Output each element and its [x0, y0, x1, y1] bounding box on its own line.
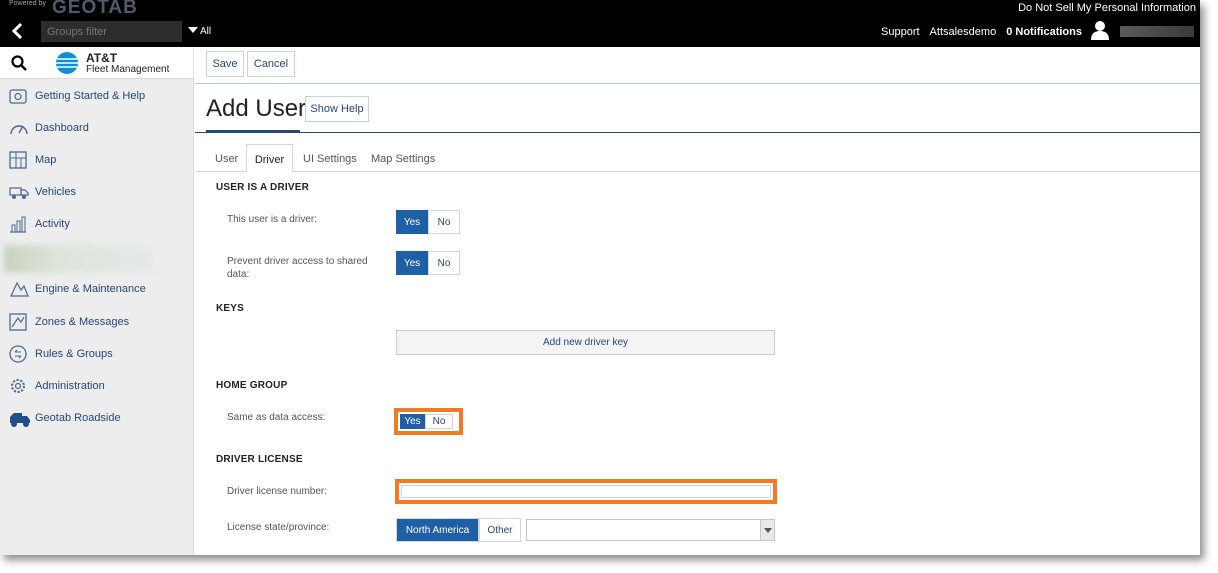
- sidebar-item-label: Engine & Maintenance: [35, 283, 146, 295]
- sidebar-item-label: Geotab Roadside: [35, 412, 121, 424]
- license-number-input[interactable]: [401, 485, 771, 498]
- sidebar-item-label: Map: [35, 154, 57, 166]
- prevent-access-label: Prevent driver access to shared data:: [227, 256, 368, 280]
- nav-right: Support Attsalesdemo 0 Notifications: [871, 16, 1194, 47]
- account-link[interactable]: Attsalesdemo: [930, 26, 997, 38]
- section-home-group: HOME GROUP: [216, 380, 288, 391]
- sidebar-header: AT&T Fleet Management: [0, 47, 193, 79]
- title-underline: [206, 130, 300, 133]
- license-state-label: License state/province:: [227, 522, 330, 533]
- groups-all-label: All: [200, 26, 212, 37]
- sidebar-item-label: Administration: [35, 380, 105, 392]
- save-button[interactable]: Save: [206, 51, 244, 77]
- sidebar-item-rules[interactable]: Rules & Groups: [0, 339, 193, 369]
- prevent-access-no[interactable]: No: [428, 251, 460, 275]
- sidebar: AT&T Fleet Management Getting Started & …: [0, 47, 194, 555]
- groups-filter-input[interactable]: [41, 21, 182, 42]
- same-as-data-no[interactable]: No: [425, 414, 453, 429]
- powered-by-label: Powered by: [9, 0, 46, 7]
- sidebar-item-label: Rules & Groups: [35, 348, 113, 360]
- nav-bar: All Support Attsalesdemo 0 Notifications: [0, 16, 1200, 47]
- att-globe-icon: [56, 52, 78, 74]
- region-other[interactable]: Other: [479, 518, 521, 542]
- is-driver-yes[interactable]: Yes: [396, 210, 428, 234]
- section-user-is-driver: USER IS A DRIVER: [216, 182, 310, 193]
- same-as-data-highlight: Yes No: [394, 408, 463, 435]
- tab-ui-settings[interactable]: UI Settings: [303, 144, 357, 172]
- prevent-access-toggle: Yes No: [396, 251, 460, 275]
- tab-user[interactable]: User: [215, 144, 238, 172]
- engine-icon: [10, 281, 29, 297]
- sidebar-item-label: Activity: [35, 218, 70, 230]
- att-logo-subtitle: Fleet Management: [86, 64, 170, 75]
- search-icon[interactable]: [11, 55, 27, 71]
- section-driver-license: DRIVER LICENSE: [216, 454, 303, 465]
- sidebar-item-roadside[interactable]: Geotab Roadside: [0, 403, 193, 433]
- map-icon: [9, 151, 27, 169]
- same-as-data-yes[interactable]: Yes: [400, 414, 425, 429]
- do-not-sell-link[interactable]: Do Not Sell My Personal Information: [1018, 2, 1196, 14]
- groups-all-dropdown[interactable]: All: [188, 26, 211, 37]
- page-title: Add User: [206, 95, 307, 122]
- sidebar-item-map[interactable]: Map: [0, 145, 193, 175]
- section-keys: KEYS: [216, 303, 245, 314]
- tab-driver[interactable]: Driver: [246, 144, 293, 172]
- prevent-access-yes[interactable]: Yes: [396, 251, 428, 275]
- license-number-label: Driver license number:: [227, 486, 328, 497]
- roadside-truck-icon: [10, 413, 30, 427]
- truck-icon: [9, 187, 29, 199]
- region-north-america[interactable]: North America: [396, 518, 479, 542]
- sidebar-item-administration[interactable]: Administration: [0, 371, 193, 401]
- toolbar-divider: [195, 83, 1200, 84]
- app-window: Powered by GEOTAB Do Not Sell My Persona…: [0, 0, 1200, 555]
- gear-icon: [11, 379, 25, 393]
- title-divider: [195, 132, 1200, 133]
- show-help-button[interactable]: Show Help: [305, 96, 369, 122]
- sidebar-item-engine[interactable]: Engine & Maintenance: [0, 274, 193, 304]
- tab-map-settings[interactable]: Map Settings: [371, 144, 435, 172]
- license-number-highlight: [395, 479, 777, 504]
- sidebar-item-label: Dashboard: [35, 122, 89, 134]
- zone-icon: [9, 313, 27, 331]
- sidebar-item-getting-started[interactable]: Getting Started & Help: [0, 81, 193, 111]
- sidebar-item-zones[interactable]: Zones & Messages: [0, 307, 193, 337]
- add-driver-key-button[interactable]: Add new driver key: [396, 330, 775, 355]
- gauge-icon: [10, 125, 28, 135]
- chart-icon: [10, 216, 26, 233]
- user-name-redacted[interactable]: [1120, 26, 1194, 37]
- sidebar-item-label: Getting Started & Help: [35, 90, 146, 102]
- user-avatar-icon[interactable]: [1090, 20, 1110, 43]
- rules-icon: [9, 345, 27, 363]
- sidebar-item-activity[interactable]: Activity: [0, 209, 193, 239]
- notifications-link[interactable]: 0 Notifications: [1006, 26, 1082, 38]
- same-as-data-toggle: Yes No: [400, 414, 453, 429]
- help-box-icon: [9, 89, 27, 104]
- top-strip: Powered by GEOTAB Do Not Sell My Persona…: [0, 0, 1200, 18]
- state-province-select[interactable]: [526, 519, 775, 541]
- att-logo-title: AT&T: [86, 51, 118, 65]
- back-arrow-icon[interactable]: [8, 21, 28, 41]
- is-driver-no[interactable]: No: [428, 210, 460, 234]
- is-driver-toggle: Yes No: [396, 210, 460, 234]
- main-content: Save Cancel Add User Show Help User Driv…: [195, 47, 1200, 555]
- sidebar-item-redacted[interactable]: [4, 245, 154, 273]
- same-as-data-label: Same as data access:: [227, 412, 326, 423]
- chevron-down-icon[interactable]: [760, 520, 774, 540]
- cancel-button[interactable]: Cancel: [247, 51, 295, 77]
- is-driver-label: This user is a driver:: [227, 214, 318, 225]
- sidebar-item-label: Zones & Messages: [35, 316, 130, 328]
- support-link[interactable]: Support: [881, 26, 920, 38]
- sidebar-item-vehicles[interactable]: Vehicles: [0, 177, 193, 207]
- sidebar-item-label: Vehicles: [35, 186, 76, 198]
- sidebar-item-dashboard[interactable]: Dashboard: [0, 113, 193, 143]
- region-toggle: North America Other: [396, 518, 521, 542]
- caret-down-icon: [188, 27, 198, 33]
